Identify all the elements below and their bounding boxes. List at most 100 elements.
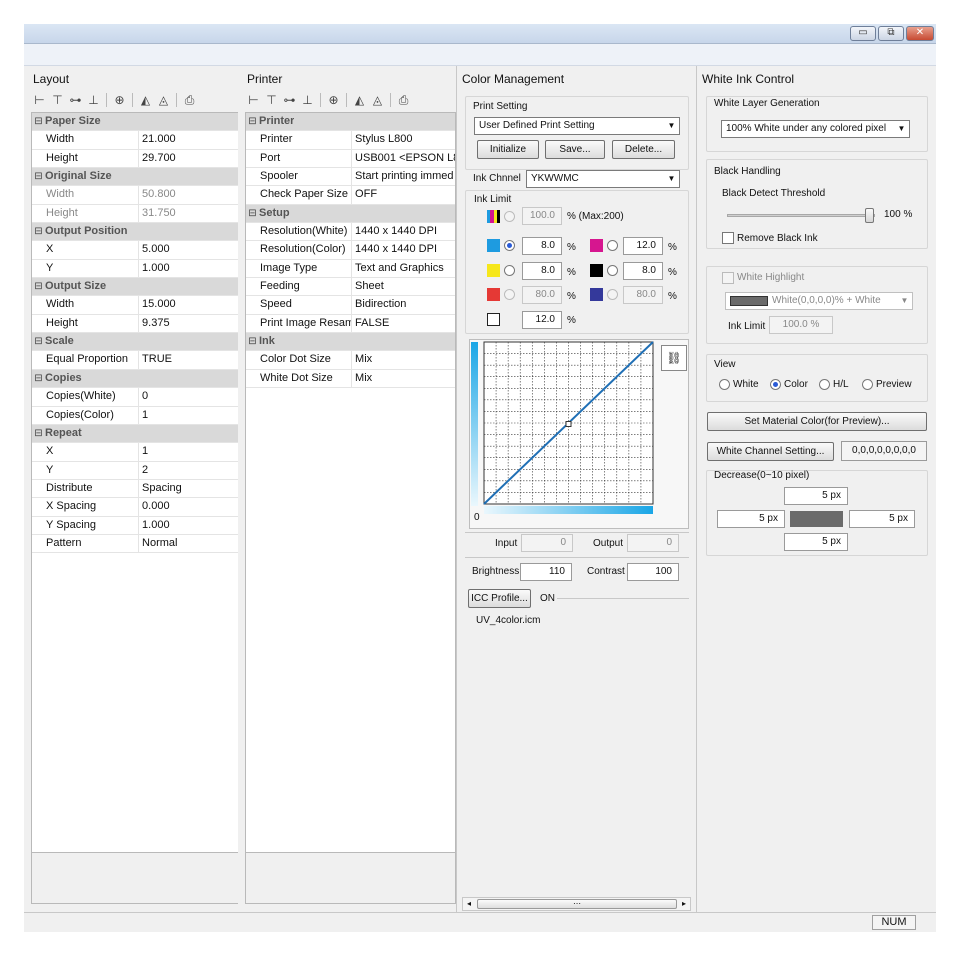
black-limit-input[interactable]: 8.0 <box>623 262 663 280</box>
grid-property-row[interactable]: Copies(White) 0 <box>32 388 241 407</box>
collapse-icon[interactable]: ⊟ <box>32 425 45 442</box>
collapse-icon[interactable]: ⊟ <box>32 223 45 240</box>
cyan-radio[interactable] <box>504 240 515 251</box>
minimize-button[interactable]: ▭ <box>850 26 876 41</box>
grid-category-row[interactable]: ⊟ Printer <box>246 113 455 132</box>
black-radio[interactable] <box>607 265 618 276</box>
grid-property-row[interactable]: Copies(Color) 1 <box>32 406 241 425</box>
grid-property-row[interactable]: Distribute Spacing <box>32 479 241 499</box>
grid-property-row[interactable]: Width 15.000 <box>32 296 241 315</box>
scroll-left-icon[interactable]: ◂ <box>463 898 475 910</box>
mirror-color-icon[interactable]: ◭ <box>351 91 368 109</box>
align-top-left-icon[interactable]: ⊢ <box>245 91 262 109</box>
restore-button[interactable]: ⧉ <box>878 26 904 41</box>
center-icon[interactable]: ⊕ <box>325 91 342 109</box>
channel-link-icon[interactable]: ⛓ <box>661 345 687 371</box>
mirror-icon[interactable]: ◬ <box>155 91 172 109</box>
remove-black-checkbox[interactable] <box>722 232 734 244</box>
red-radio[interactable] <box>504 289 515 300</box>
set-material-color-button[interactable]: Set Material Color(for Preview)... <box>707 412 927 431</box>
grid-property-row[interactable]: Color Dot Size Mix <box>246 351 455 370</box>
icc-profile-button[interactable]: ICC Profile... <box>468 589 531 608</box>
print-icon[interactable]: ⎙ <box>181 91 198 109</box>
grid-property-row[interactable]: X Spacing 0.000 <box>32 498 241 517</box>
grid-property-row[interactable]: Resolution(White) 1440 x 1440 DPI <box>246 223 455 242</box>
grid-property-row[interactable]: Equal Proportion TRUE <box>32 351 241 370</box>
align-top-icon[interactable]: ⊤ <box>263 91 280 109</box>
grid-property-row[interactable]: Port USB001 <EPSON L8 <box>246 149 455 169</box>
collapse-icon[interactable]: ⊟ <box>32 370 45 387</box>
property-value[interactable]: USB001 <EPSON L8 <box>352 150 455 167</box>
curve-control-point[interactable] <box>565 421 572 427</box>
white-channel-setting-button[interactable]: White Channel Setting... <box>707 442 834 461</box>
white-limit-input[interactable]: 12.0 <box>522 311 562 329</box>
property-value[interactable]: 29.700 <box>139 150 241 167</box>
property-value[interactable]: 50.800 <box>139 186 241 203</box>
collapse-icon[interactable]: ⊟ <box>32 168 45 185</box>
total-ink-radio[interactable] <box>504 211 515 222</box>
decrease-left-input[interactable]: 5 px <box>717 510 785 528</box>
magenta-radio[interactable] <box>607 240 618 251</box>
collapse-icon[interactable]: ⊟ <box>32 278 45 295</box>
brightness-input[interactable]: 110 <box>520 563 572 581</box>
initialize-button[interactable]: Initialize <box>477 140 539 159</box>
grid-category-row[interactable]: ⊟ Original Size <box>32 168 241 187</box>
yellow-radio[interactable] <box>504 265 515 276</box>
collapse-icon[interactable]: ⊟ <box>246 333 259 350</box>
mirror-icon[interactable]: ◬ <box>369 91 386 109</box>
horizontal-scrollbar[interactable]: ◂ ⋯ ▸ <box>462 897 691 911</box>
grid-property-row[interactable]: White Dot Size Mix <box>246 369 455 389</box>
magenta-limit-input[interactable]: 12.0 <box>623 237 663 255</box>
grid-property-row[interactable]: X 5.000 <box>32 241 241 260</box>
save-button[interactable]: Save... <box>545 140 605 159</box>
property-value[interactable]: Normal <box>139 535 241 552</box>
grid-property-row[interactable]: Height 29.700 <box>32 149 241 169</box>
grid-property-row[interactable]: Y 1.000 <box>32 259 241 279</box>
collapse-icon[interactable]: ⊟ <box>246 205 259 222</box>
property-value[interactable]: Text and Graphics <box>352 260 455 277</box>
property-value[interactable]: 31.750 <box>139 205 241 222</box>
grid-category-row[interactable]: ⊟ Copies <box>32 369 241 389</box>
property-value[interactable]: TRUE <box>139 351 241 368</box>
total-ink-input[interactable]: 100.0 <box>522 207 562 225</box>
contrast-input[interactable]: 100 <box>627 563 679 581</box>
property-value[interactable]: Start printing immed <box>352 168 455 185</box>
grid-category-row[interactable]: ⊟ Paper Size <box>32 113 241 132</box>
white-layer-select[interactable]: 100% White under any colored pixel ▼ <box>721 120 910 138</box>
close-button[interactable]: ✕ <box>906 26 934 41</box>
grid-property-row[interactable]: Print Image ResampleFALSE <box>246 314 455 334</box>
print-icon[interactable]: ⎙ <box>395 91 412 109</box>
property-value[interactable]: Bidirection <box>352 296 455 313</box>
align-top-left-icon[interactable]: ⊢ <box>31 91 48 109</box>
property-value[interactable]: Sheet <box>352 278 455 295</box>
property-value[interactable]: 1 <box>139 407 241 424</box>
grid-property-row[interactable]: Feeding Sheet <box>246 278 455 297</box>
view-white-radio[interactable] <box>719 379 730 390</box>
property-value[interactable]: 21.000 <box>139 131 241 148</box>
decrease-right-input[interactable]: 5 px <box>849 510 915 528</box>
align-hcenter-icon[interactable]: ⊶ <box>67 91 84 109</box>
property-value[interactable]: Stylus L800 <box>352 131 455 148</box>
grid-property-row[interactable]: Width 50.800 <box>32 186 241 205</box>
collapse-icon[interactable]: ⊟ <box>246 113 259 130</box>
view-hl-radio[interactable] <box>819 379 830 390</box>
grid-category-row[interactable]: ⊟ Ink <box>246 333 455 352</box>
print-setting-select[interactable]: User Defined Print Setting ▼ <box>474 117 680 135</box>
highlight-select[interactable]: White(0,0,0,0)% + White ▼ <box>725 292 913 310</box>
grid-property-row[interactable]: X1 <box>32 443 241 462</box>
property-value[interactable]: 0 <box>139 388 241 405</box>
align-hcenter-icon[interactable]: ⊶ <box>281 91 298 109</box>
grid-category-row[interactable]: ⊟ Scale <box>32 333 241 352</box>
align-top-icon[interactable]: ⊤ <box>49 91 66 109</box>
grid-property-row[interactable]: Y2 <box>32 461 241 480</box>
scroll-right-icon[interactable]: ▸ <box>678 898 690 910</box>
center-icon[interactable]: ⊕ <box>111 91 128 109</box>
cyan-limit-input[interactable]: 8.0 <box>522 237 562 255</box>
ink-channel-select[interactable]: YKWWMC ▼ <box>526 170 680 188</box>
output-value-field[interactable]: 0 <box>627 534 679 552</box>
property-value[interactable]: 2 <box>139 462 241 479</box>
property-value[interactable]: 1.000 <box>139 517 241 534</box>
grid-property-row[interactable]: Speed Bidirection <box>246 296 455 315</box>
property-value[interactable]: Spacing <box>139 480 241 497</box>
grid-property-row[interactable]: Height 9.375 <box>32 314 241 334</box>
